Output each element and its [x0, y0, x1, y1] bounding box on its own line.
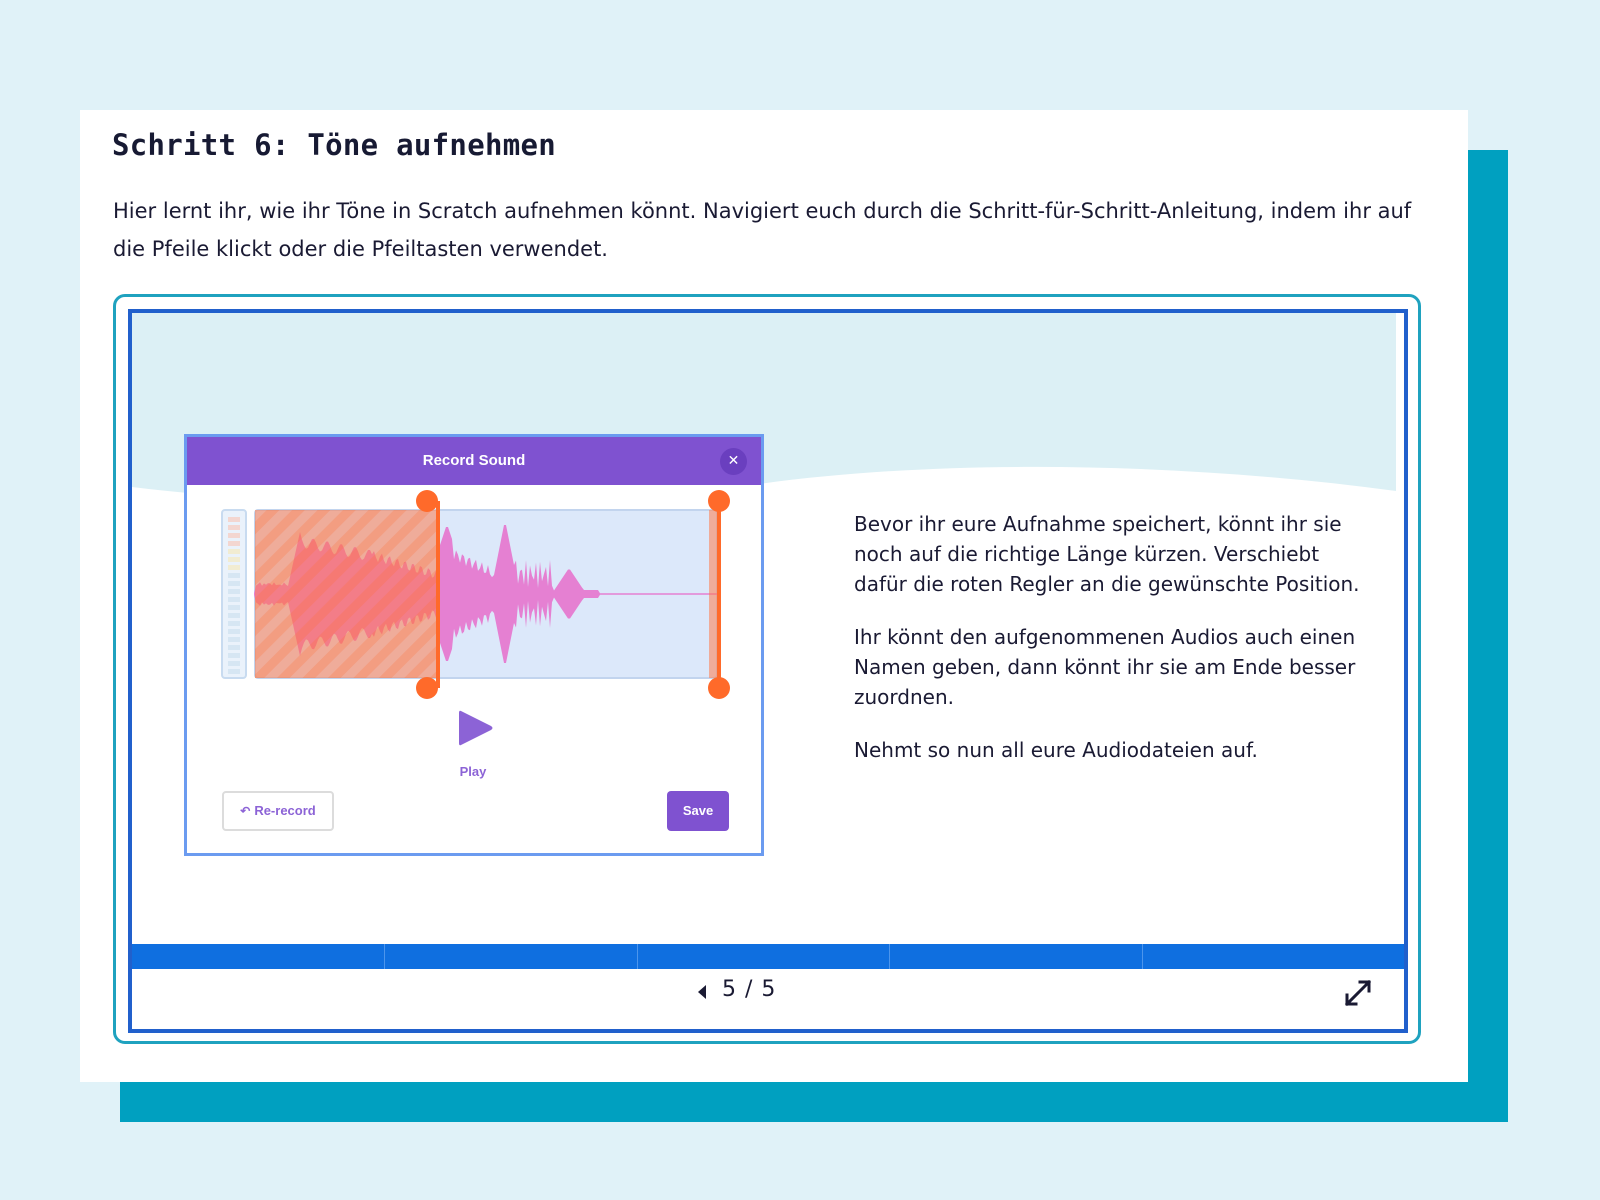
page-title: Schritt 6: Töne aufnehmen: [112, 128, 556, 162]
expand-icon[interactable]: [1344, 979, 1372, 1007]
record-sound-dialog: Record Sound ✕ Play ↶ Re-record Save: [184, 434, 764, 856]
content-card: Schritt 6: Töne aufnehmen Hier lernt ihr…: [80, 110, 1468, 1082]
trim-handle-left-top[interactable]: [416, 490, 438, 512]
undo-icon: ↶: [240, 793, 250, 829]
progress-segment: [132, 944, 385, 969]
trim-handle-right-top[interactable]: [708, 490, 730, 512]
rerecord-button[interactable]: ↶ Re-record: [222, 791, 334, 831]
page-counter: 5 / 5: [722, 977, 776, 1002]
progress-segment: [385, 944, 638, 969]
slide-paragraph-3: Nehmt so nun all eure Audiodateien auf.: [854, 735, 1364, 765]
slide-description: Bevor ihr eure Aufnahme speichert, könnt…: [854, 509, 1364, 788]
slideshow-frame: Record Sound ✕ Play ↶ Re-record Save Bev…: [113, 294, 1421, 1044]
trim-handle-right-bottom[interactable]: [708, 677, 730, 699]
play-icon[interactable]: [455, 707, 495, 749]
trim-handle-left-bottom[interactable]: [416, 677, 438, 699]
slide-navigation: 5 / 5: [132, 969, 1404, 1025]
slide-viewport: Record Sound ✕ Play ↶ Re-record Save Bev…: [128, 309, 1408, 1033]
save-button[interactable]: Save: [667, 791, 729, 831]
slide-paragraph-1: Bevor ihr eure Aufnahme speichert, könnt…: [854, 509, 1364, 599]
trimmed-region-right: [709, 510, 717, 678]
progress-segment: [638, 944, 891, 969]
progress-segment: [1143, 944, 1396, 969]
prev-arrow-icon[interactable]: [698, 985, 706, 999]
rerecord-label: Re-record: [254, 803, 315, 818]
slide-paragraph-2: Ihr könnt den aufgenommenen Audios auch …: [854, 622, 1364, 712]
progress-bar: [132, 944, 1404, 969]
progress-segment: [890, 944, 1143, 969]
intro-text: Hier lernt ihr, wie ihr Töne in Scratch …: [113, 192, 1443, 268]
play-label[interactable]: Play: [443, 764, 503, 779]
